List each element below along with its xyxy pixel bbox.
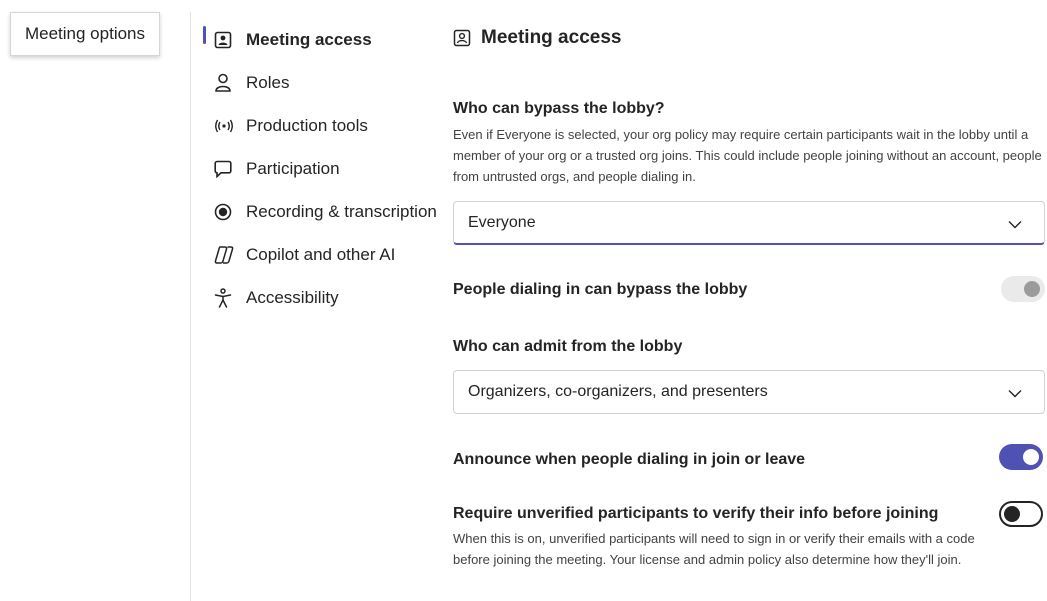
sidebar-item-label: Copilot and other AI bbox=[246, 244, 396, 264]
bypass-lobby-description: Even if Everyone is selected, your org p… bbox=[453, 127, 1042, 184]
meeting-access-icon bbox=[214, 29, 244, 51]
settings-sidebar: Meeting access Roles Production tools Pa… bbox=[198, 18, 443, 319]
page-title-text: Meeting access bbox=[481, 27, 622, 48]
page-title: Meeting access bbox=[453, 18, 1047, 58]
sidebar-item-label: Meeting access bbox=[246, 29, 372, 49]
chevron-down-icon bbox=[1008, 385, 1022, 403]
announce-dialing-label: Announce when people dialing in join or … bbox=[453, 451, 806, 468]
sidebar-item-recording[interactable]: Recording & transcription bbox=[198, 190, 443, 233]
admit-lobby-dropdown[interactable]: Organizers, co-organizers, and presenter… bbox=[453, 370, 1045, 414]
admit-lobby-selected: Organizers, co-organizers, and presenter… bbox=[468, 383, 768, 400]
record-icon bbox=[214, 201, 244, 223]
meeting-access-panel: Meeting access Who can bypass the lobby?… bbox=[453, 18, 1047, 567]
sidebar-item-roles[interactable]: Roles bbox=[198, 61, 443, 104]
sidebar-item-label: Participation bbox=[246, 158, 340, 178]
sidebar-item-label: Roles bbox=[246, 72, 290, 92]
copilot-icon bbox=[214, 244, 244, 266]
dialing-bypass-toggle[interactable] bbox=[1001, 276, 1045, 302]
sidebar-item-accessibility[interactable]: Accessibility bbox=[198, 276, 443, 319]
announce-dialing-toggle[interactable] bbox=[999, 444, 1043, 470]
person-icon bbox=[214, 72, 244, 94]
sidebar-item-meeting-access[interactable]: Meeting access bbox=[198, 18, 443, 61]
active-indicator bbox=[203, 26, 206, 44]
toggle-knob bbox=[1024, 281, 1040, 297]
bypass-lobby-heading: Who can bypass the lobby? bbox=[453, 100, 665, 117]
chat-bubble-icon bbox=[214, 158, 244, 180]
meeting-options-callout: Meeting options bbox=[10, 12, 160, 56]
broadcast-icon bbox=[214, 115, 244, 137]
sidebar-divider bbox=[190, 12, 191, 601]
admit-lobby-heading: Who can admit from the lobby bbox=[453, 338, 683, 355]
sidebar-item-participation[interactable]: Participation bbox=[198, 147, 443, 190]
verify-participants-description: When this is on, unverified participants… bbox=[453, 531, 975, 567]
chevron-down-icon bbox=[1008, 216, 1022, 234]
sidebar-item-label: Accessibility bbox=[246, 287, 339, 307]
sidebar-item-copilot[interactable]: Copilot and other AI bbox=[198, 233, 443, 276]
meeting-access-icon bbox=[453, 29, 471, 47]
toggle-knob bbox=[1023, 449, 1039, 465]
accessibility-icon bbox=[214, 287, 244, 309]
sidebar-item-label: Production tools bbox=[246, 115, 368, 135]
bypass-lobby-selected: Everyone bbox=[468, 213, 536, 231]
verify-participants-toggle[interactable] bbox=[999, 501, 1043, 527]
meeting-options-label: Meeting options bbox=[24, 24, 146, 43]
sidebar-item-production-tools[interactable]: Production tools bbox=[198, 104, 443, 147]
verify-participants-label: Require unverified participants to verif… bbox=[453, 505, 939, 522]
sidebar-item-label: Recording & transcription bbox=[246, 201, 437, 221]
toggle-knob bbox=[1004, 506, 1020, 522]
dialing-bypass-label: People dialing in can bypass the lobby bbox=[453, 281, 748, 298]
bypass-lobby-dropdown[interactable]: Everyone bbox=[453, 201, 1045, 245]
